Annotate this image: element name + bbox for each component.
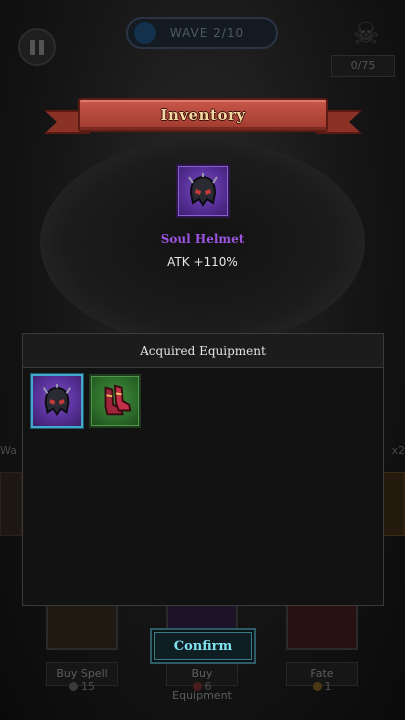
gem-icon [192,682,202,691]
kill-counter: 0/75 [331,55,395,77]
wave-indicator: WAVE 2/10 [126,17,278,49]
side-right-card [383,472,405,536]
token-icon [312,682,322,691]
inventory-banner: Inventory [44,96,362,140]
wave-progress-icon [134,22,156,44]
buy-spell-price: 15 [46,680,118,693]
acquired-equipment-grid [31,374,141,428]
skull-icon: ☠ [352,17,380,52]
pause-button[interactable] [18,28,56,66]
pause-icon-bar [39,39,44,55]
helmet-icon [188,173,218,207]
featured-item-name: Soul Helmet [160,232,245,246]
side-left-card [0,472,22,536]
fate-card [286,600,358,650]
buy-spell-card [46,600,118,650]
side-left-label: Wa [0,444,17,457]
acquired-equipment-header: Acquired Equipment [23,334,383,368]
confirm-button[interactable]: Confirm [150,628,256,664]
banner-plate: Inventory [78,98,328,132]
side-right-label: x2 [391,444,405,457]
buy-equipment-price-value: 6 [204,680,212,693]
featured-item-slot [176,164,230,218]
buy-equipment-price: 6 [166,680,238,693]
helmet-icon [42,383,72,417]
wave-label: WAVE 2/10 [169,26,245,40]
coin-icon [69,682,78,691]
featured-item-stat: ATK +110% [167,255,238,269]
boots-icon [104,384,132,416]
fate-price-value: 1 [324,680,332,693]
equipment-slot-helmet[interactable] [31,374,83,428]
confirm-button-label: Confirm [173,638,233,654]
inventory-title: Inventory [160,106,246,124]
pause-icon [30,39,35,55]
acquired-equipment-panel: Acquired Equipment [22,333,384,606]
equipment-slot-boots[interactable] [89,374,141,428]
buy-spell-price-value: 15 [81,680,95,693]
fate-price: 1 [286,680,358,693]
